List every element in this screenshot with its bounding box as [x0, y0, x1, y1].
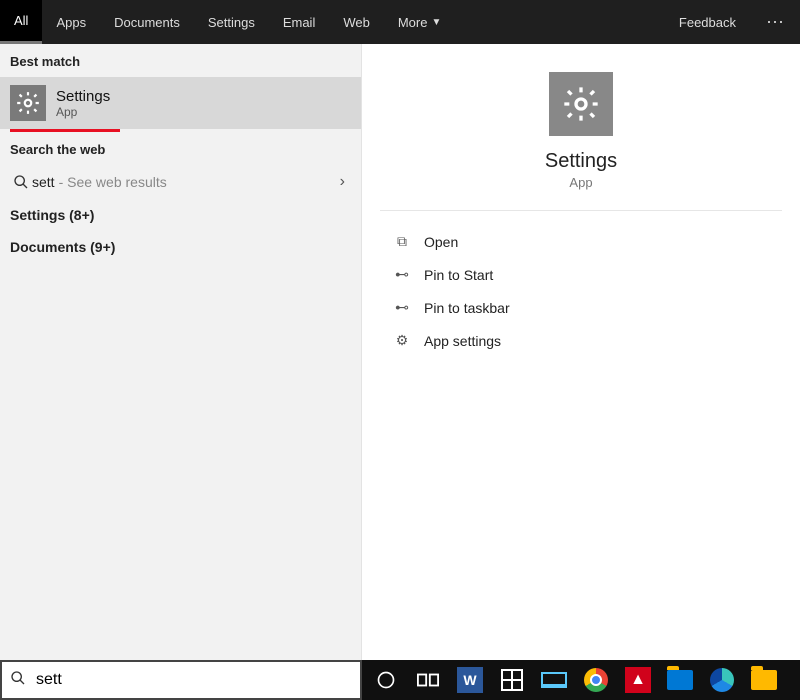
preview-subtitle: App	[569, 175, 592, 190]
task-view-icon[interactable]	[408, 660, 448, 700]
preview-title: Settings	[545, 150, 617, 173]
tab-more-label: More	[398, 15, 428, 30]
search-filter-tabs: All Apps Documents Settings Email Web Mo…	[0, 0, 800, 44]
taskbar-edge[interactable]	[702, 660, 742, 700]
action-pin-taskbar-label: Pin to taskbar	[424, 300, 510, 316]
chevron-right-icon: ›	[340, 173, 345, 191]
best-match-result[interactable]: Settings App	[0, 77, 361, 129]
preview-pane: Settings App ⧉ Open ⊷ Pin to Start ⊷ Pin…	[362, 44, 800, 660]
taskbar: W ▲	[362, 660, 800, 700]
pin-icon: ⊷	[390, 299, 414, 316]
taskbar-store[interactable]	[492, 660, 532, 700]
action-app-settings[interactable]: ⚙ App settings	[390, 324, 772, 357]
results-pane: Best match Settings App Search the web s…	[0, 44, 362, 660]
taskbar-pdf[interactable]: ▲	[618, 660, 658, 700]
action-pin-taskbar[interactable]: ⊷ Pin to taskbar	[390, 291, 772, 324]
action-pin-start-label: Pin to Start	[424, 267, 493, 283]
gear-icon	[549, 72, 613, 136]
best-match-label: Best match	[0, 44, 361, 77]
search-icon	[10, 670, 26, 691]
taskbar-chrome[interactable]	[576, 660, 616, 700]
tab-email[interactable]: Email	[269, 0, 330, 44]
tab-settings[interactable]: Settings	[194, 0, 269, 44]
cortana-icon[interactable]	[366, 660, 406, 700]
category-settings[interactable]: Settings (8+)	[0, 199, 361, 231]
tab-all[interactable]: All	[0, 0, 42, 44]
action-app-settings-label: App settings	[424, 333, 501, 349]
tab-web[interactable]: Web	[329, 0, 384, 44]
open-icon: ⧉	[390, 233, 414, 250]
taskbar-explorer[interactable]	[744, 660, 784, 700]
gear-icon: ⚙	[390, 332, 414, 349]
search-bar[interactable]	[0, 660, 362, 700]
action-open-label: Open	[424, 234, 458, 250]
options-button[interactable]: ⋯	[750, 12, 800, 33]
action-open[interactable]: ⧉ Open	[390, 225, 772, 258]
tab-documents[interactable]: Documents	[100, 0, 194, 44]
search-web-label: Search the web	[0, 132, 361, 165]
best-match-subtitle: App	[56, 105, 110, 119]
gear-icon	[10, 85, 46, 121]
web-result-query: sett	[32, 174, 55, 190]
search-icon	[10, 174, 32, 190]
tab-more[interactable]: More ▼	[384, 0, 456, 44]
chevron-down-icon: ▼	[431, 17, 441, 28]
web-result[interactable]: sett - See web results ›	[0, 165, 361, 199]
tab-apps[interactable]: Apps	[42, 0, 100, 44]
taskbar-laptop[interactable]	[534, 660, 574, 700]
taskbar-folder[interactable]	[660, 660, 700, 700]
pin-icon: ⊷	[390, 266, 414, 283]
search-input[interactable]	[34, 670, 352, 690]
feedback-button[interactable]: Feedback	[665, 0, 750, 44]
taskbar-word[interactable]: W	[450, 660, 490, 700]
action-pin-start[interactable]: ⊷ Pin to Start	[390, 258, 772, 291]
best-match-title: Settings	[56, 88, 110, 105]
category-documents[interactable]: Documents (9+)	[0, 231, 361, 263]
web-result-hint: - See web results	[59, 174, 167, 190]
